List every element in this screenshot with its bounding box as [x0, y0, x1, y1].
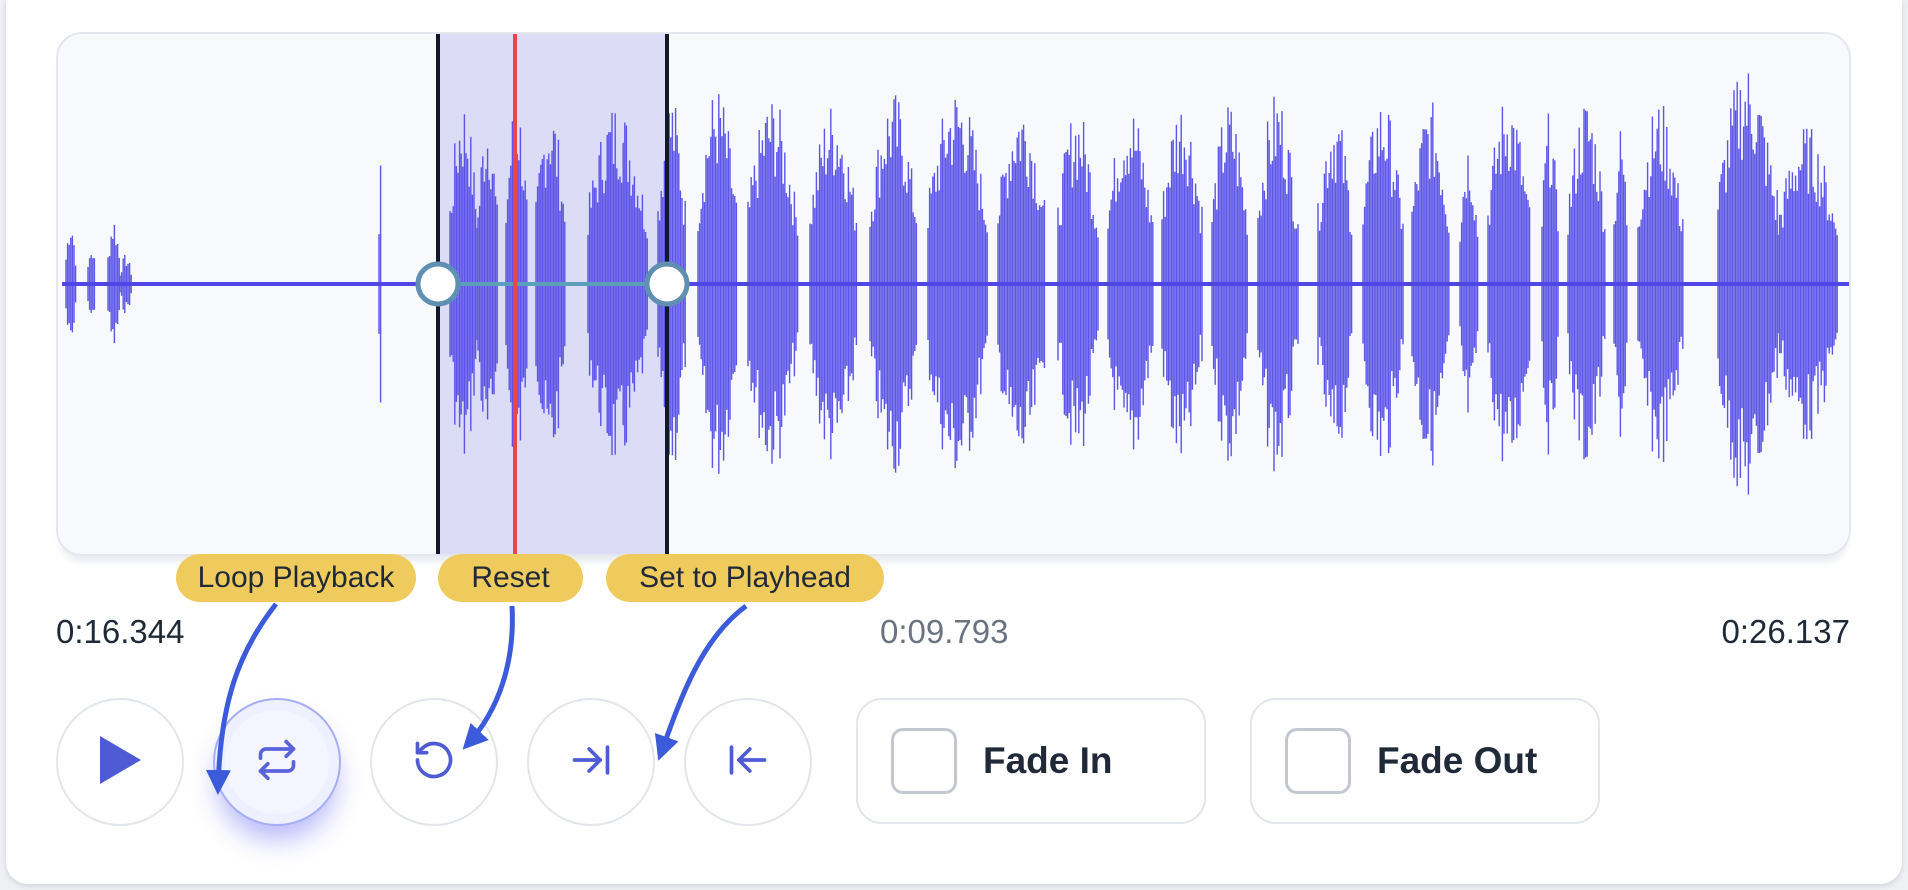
playhead-time: 0:09.793 [880, 613, 1009, 650]
loop-icon [255, 738, 299, 787]
waveform-panel[interactable] [56, 32, 1851, 556]
waveform[interactable] [58, 34, 1853, 558]
skip-to-end-icon [569, 738, 613, 787]
skip-to-start-icon [726, 738, 770, 787]
region-start-time: 0:16.344 [56, 613, 185, 650]
loop-playback-button[interactable] [213, 698, 341, 826]
reset-icon [412, 738, 456, 787]
fade-out-checkbox[interactable] [1285, 728, 1351, 794]
set-end-to-playhead-button[interactable] [527, 698, 655, 826]
set-start-to-playhead-button[interactable] [684, 698, 812, 826]
fade-out-label: Fade Out [1377, 740, 1538, 781]
region-end-time: 0:26.137 [1721, 613, 1850, 650]
fade-in-label: Fade In [983, 740, 1113, 781]
selection-end-handle[interactable] [644, 261, 690, 307]
reset-button[interactable] [370, 698, 498, 826]
fade-out-toggle[interactable]: Fade Out [1250, 698, 1600, 824]
annotation-set-to-playhead: Set to Playhead [606, 554, 884, 602]
annotation-loop-playback: Loop Playback [176, 554, 416, 602]
fade-in-toggle[interactable]: Fade In [856, 698, 1206, 824]
selection-start-handle[interactable] [415, 261, 461, 307]
annotation-reset: Reset [438, 554, 583, 602]
play-icon [97, 734, 143, 791]
fade-in-checkbox[interactable] [891, 728, 957, 794]
play-button[interactable] [56, 698, 184, 826]
